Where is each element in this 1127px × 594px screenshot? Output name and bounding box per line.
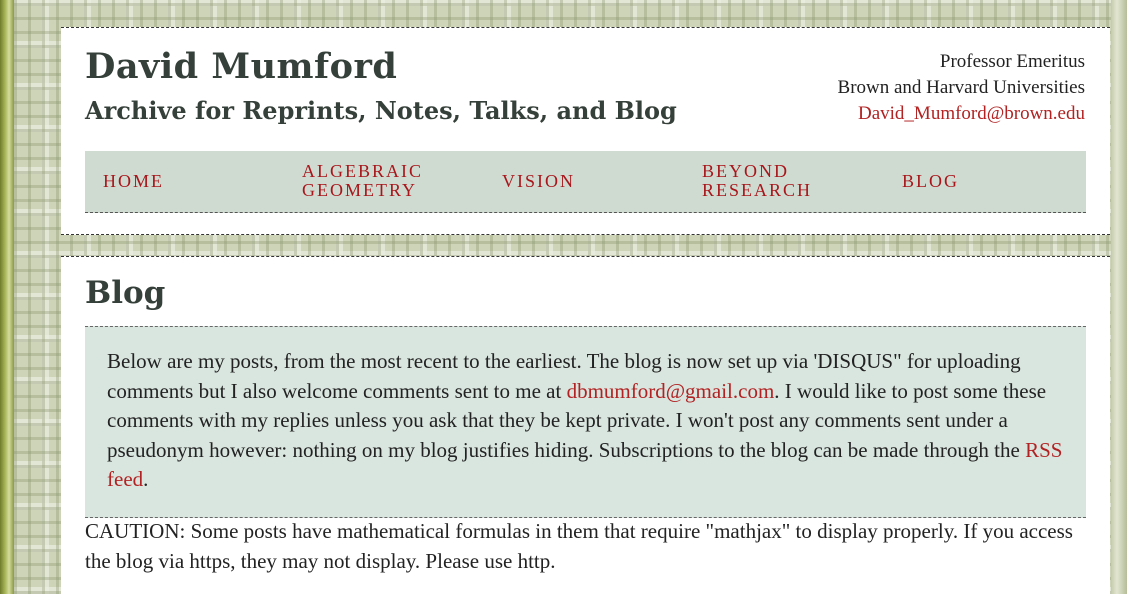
page-title: Blog — [85, 275, 166, 311]
nav-item-algebraic-geometry[interactable]: ALGEBRAIC GEOMETRY — [302, 151, 423, 211]
left-decorative-border — [0, 0, 14, 594]
site-header: David Mumford Archive for Reprints, Note… — [61, 27, 1110, 235]
blog-email-link[interactable]: dbmumford@gmail.com — [567, 379, 775, 403]
nav-item-label: ALGEBRAIC — [302, 161, 423, 181]
nav-item-label: BEYOND — [702, 161, 789, 181]
affiliation-title: Professor Emeritus — [939, 51, 1085, 72]
intro-text: . — [143, 467, 149, 491]
affiliation-universities: Brown and Harvard Universities — [837, 77, 1085, 98]
caution-note: CAUTION: Some posts have mathematical fo… — [85, 519, 1073, 573]
nav-item-label: HOME — [103, 170, 164, 191]
nav-item-home[interactable]: HOME — [103, 151, 164, 211]
nav-item-vision[interactable]: VISION — [502, 151, 575, 211]
nav-item-blog[interactable]: BLOG — [902, 151, 959, 211]
right-decorative-border — [1111, 0, 1127, 594]
nav-item-label: BLOG — [902, 170, 959, 191]
site-subtitle: Archive for Reprints, Notes, Talks, and … — [85, 96, 677, 125]
main-nav: HOME ALGEBRAIC GEOMETRY VISION BEYOND RE… — [85, 151, 1086, 213]
blog-intro: Below are my posts, from the most recent… — [85, 326, 1086, 518]
site-title[interactable]: David Mumford — [85, 46, 397, 87]
affiliation-block: Professor Emeritus Brown and Harvard Uni… — [838, 49, 1085, 127]
nav-item-label: RESEARCH — [702, 180, 813, 200]
main-content: Blog Below are my posts, from the most r… — [61, 256, 1110, 594]
nav-item-label: VISION — [502, 170, 575, 191]
contact-email-link[interactable]: David_Mumford@brown.edu — [858, 103, 1085, 124]
nav-item-beyond-research[interactable]: BEYOND RESEARCH — [702, 151, 812, 211]
nav-item-label: GEOMETRY — [302, 180, 417, 200]
